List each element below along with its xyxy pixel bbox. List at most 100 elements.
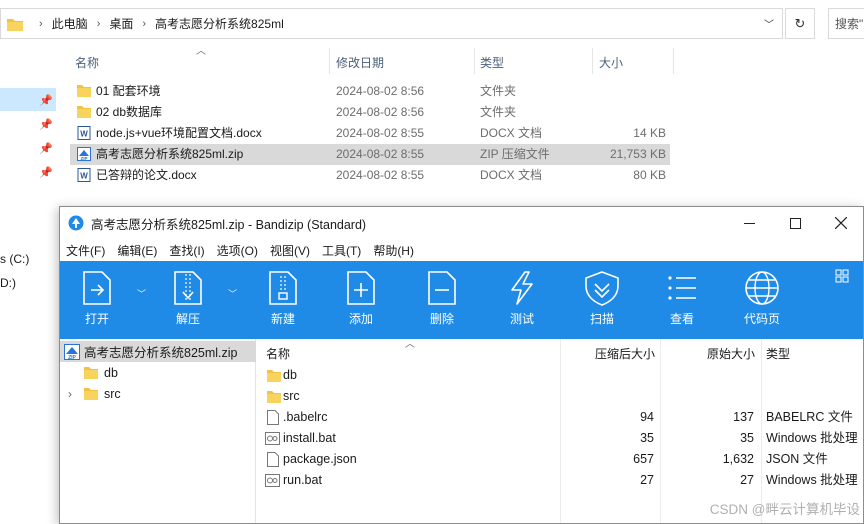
toolbar-layout-button[interactable]	[835, 269, 849, 286]
bandizip-window: 高考志愿分析系统825ml.zip - Bandizip (Standard) …	[59, 206, 864, 524]
folder-tree: ZIP 高考志愿分析系统825ml.zip db › src	[60, 339, 256, 523]
column-header-packed[interactable]: 压缩后大小	[560, 339, 657, 367]
bat-file-icon	[265, 432, 280, 445]
nav-drive-d[interactable]: D:)	[0, 276, 16, 290]
item-name: run.bat	[283, 473, 322, 487]
item-type: Windows 批处理	[766, 473, 858, 487]
breadcrumb-separator: ›	[39, 17, 43, 30]
column-header-type[interactable]: 类型	[766, 339, 863, 367]
folder-icon	[77, 85, 91, 97]
list-item[interactable]: db	[260, 365, 863, 386]
extract-dropdown-arrow[interactable]: ﹀	[228, 287, 237, 300]
close-button[interactable]	[818, 207, 863, 239]
list-item[interactable]: run.bat 27 27 Windows 批处理	[260, 470, 863, 491]
tree-item-db[interactable]: db	[60, 362, 256, 383]
column-header-original[interactable]: 原始大小	[660, 339, 757, 367]
codepage-label: 代码页	[743, 312, 780, 326]
open-dropdown-arrow[interactable]: ﹀	[137, 287, 146, 300]
globe-icon	[745, 271, 779, 305]
folder-icon	[77, 106, 91, 118]
item-name: install.bat	[283, 431, 336, 445]
new-button[interactable]: 新建	[264, 261, 302, 339]
svg-text:W: W	[80, 130, 88, 139]
menu-options[interactable]: 选项(O)	[211, 242, 264, 259]
scan-label: 扫描	[589, 312, 614, 326]
list-item[interactable]: package.json 657 1,632 JSON 文件	[260, 449, 863, 470]
menu-bar: 文件(F) 编辑(E) 查找(I) 选项(O) 视图(V) 工具(T) 帮助(H…	[60, 239, 863, 261]
refresh-icon: ↻	[794, 15, 806, 31]
list-view-icon	[668, 276, 696, 300]
scan-button[interactable]: 扫描	[580, 261, 624, 339]
refresh-button[interactable]: ↻	[785, 8, 815, 39]
menu-file[interactable]: 文件(F)	[60, 242, 111, 259]
file-type: ZIP 压缩文件	[480, 147, 550, 161]
menu-find[interactable]: 查找(I)	[163, 242, 210, 259]
column-divider[interactable]	[673, 48, 674, 74]
delete-file-icon	[428, 271, 456, 305]
file-name: 已答辩的论文.docx	[96, 168, 197, 182]
svg-text:ZIP: ZIP	[80, 156, 87, 161]
column-header-name[interactable]: 名称	[266, 339, 556, 367]
item-name: db	[283, 368, 297, 382]
menu-help[interactable]: 帮助(H)	[367, 242, 420, 259]
view-label: 查看	[669, 312, 694, 326]
view-button[interactable]: 查看	[663, 261, 701, 339]
file-date: 2024-08-02 8:56	[336, 84, 425, 98]
nav-drive-c[interactable]: s (C:)	[0, 252, 29, 266]
item-original-size: 35	[740, 431, 754, 445]
list-item[interactable]: .babelrc 94 137 BABELRC 文件	[260, 407, 863, 428]
file-row[interactable]: 01 配套环境 2024-08-02 8:56 文件夹	[70, 81, 670, 102]
folder-icon	[84, 387, 98, 400]
column-header-name[interactable]: 名称	[69, 50, 329, 74]
column-header-date[interactable]: 修改日期	[330, 50, 474, 74]
file-row[interactable]: W node.js+vue环境配置文档.docx 2024-08-02 8:55…	[70, 123, 670, 144]
lightning-icon	[511, 271, 533, 305]
tree-root[interactable]: ZIP 高考志愿分析系统825ml.zip	[60, 341, 256, 362]
column-header-type[interactable]: 类型	[474, 50, 592, 74]
file-type: DOCX 文档	[480, 168, 543, 182]
file-type: 文件夹	[480, 105, 517, 119]
pin-icon: 📌	[39, 95, 53, 107]
maximize-button[interactable]	[772, 207, 818, 239]
file-size: 80 KB	[633, 168, 666, 182]
menu-tools[interactable]: 工具(T)	[316, 242, 367, 259]
file-type: DOCX 文档	[480, 126, 543, 140]
item-packed-size: 35	[640, 431, 654, 445]
item-original-size: 1,632	[722, 452, 754, 466]
extract-button[interactable]: 解压	[169, 261, 207, 339]
search-input[interactable]: 搜索"	[828, 8, 864, 39]
breadcrumb-this-pc[interactable]: 此电脑	[49, 15, 91, 32]
codepage-button[interactable]: 代码页	[738, 261, 786, 339]
menu-view[interactable]: 视图(V)	[264, 242, 316, 259]
item-type: JSON 文件	[766, 452, 828, 466]
column-header-size[interactable]: 大小	[593, 50, 673, 74]
breadcrumb-separator: ›	[96, 17, 101, 30]
list-item[interactable]: src	[260, 386, 863, 407]
item-name: .babelrc	[283, 410, 328, 424]
menu-edit[interactable]: 编辑(E)	[111, 242, 163, 259]
chevron-right-icon[interactable]: ›	[68, 387, 78, 401]
open-button[interactable]: 打开	[78, 261, 116, 339]
add-button[interactable]: 添加	[342, 261, 380, 339]
tree-item-src[interactable]: › src	[60, 383, 256, 404]
breadcrumb-current-folder[interactable]: 高考志愿分析系统825ml	[152, 15, 287, 32]
list-item[interactable]: install.bat 35 35 Windows 批处理	[260, 428, 863, 449]
file-date: 2024-08-02 8:56	[336, 105, 425, 119]
file-row[interactable]: W 已答辩的论文.docx 2024-08-02 8:55 DOCX 文档 80…	[70, 165, 670, 186]
chevron-down-icon[interactable]: ﹀	[764, 16, 774, 31]
minimize-button[interactable]	[726, 207, 772, 239]
pin-icon: 📌	[39, 143, 53, 155]
test-button[interactable]: 测试	[503, 261, 541, 339]
file-row-selected[interactable]: ZIP 高考志愿分析系统825ml.zip 2024-08-02 8:55 ZI…	[70, 144, 670, 165]
shield-icon	[585, 271, 619, 306]
file-type: 文件夹	[480, 84, 517, 98]
pin-icon: 📌	[39, 119, 53, 131]
file-row[interactable]: 02 db数据库 2024-08-02 8:56 文件夹	[70, 102, 670, 123]
address-bar[interactable]: › 此电脑 › 桌面 › 高考志愿分析系统825ml ﹀	[0, 8, 783, 39]
delete-button[interactable]: 删除	[423, 261, 461, 339]
zip-file-icon: ZIP	[77, 147, 91, 161]
breadcrumb-desktop[interactable]: 桌面	[106, 15, 136, 32]
bat-file-icon	[265, 474, 280, 487]
item-packed-size: 657	[633, 452, 654, 466]
file-size: 21,753 KB	[609, 147, 666, 161]
